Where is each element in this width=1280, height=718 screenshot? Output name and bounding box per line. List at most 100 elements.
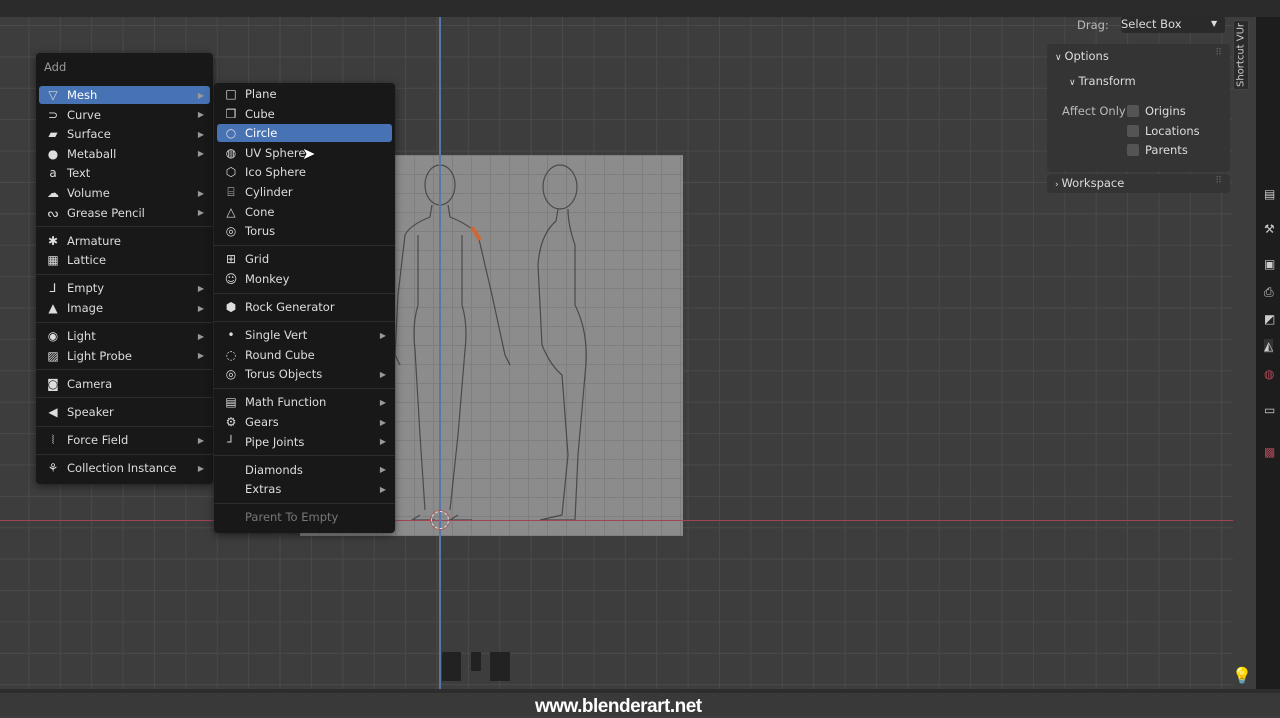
workspace-panel[interactable]: › Workspace ⠿ <box>1047 174 1230 193</box>
drag-handle-icon[interactable]: ⠿ <box>1215 176 1222 186</box>
nav-gizmo-block <box>471 652 481 671</box>
menu-item-label: Speaker <box>67 404 114 419</box>
menu-separator <box>214 244 395 246</box>
menu-separator <box>214 455 395 457</box>
tool-tab-icon[interactable]: ▤ <box>1264 187 1275 201</box>
menu-item-label: Grid <box>245 252 270 267</box>
menu-item-text[interactable]: a Text <box>39 164 210 182</box>
menu-item-circle[interactable]: ○ Circle <box>217 124 392 143</box>
force-field-icon: ⦚ <box>51 432 55 447</box>
text-icon: a <box>49 166 57 181</box>
menu-item-label: Collection Instance <box>67 461 177 476</box>
3d-cursor[interactable] <box>431 511 449 529</box>
drag-label: Drag: <box>1077 18 1109 32</box>
menu-item-gears[interactable]: ⚙ Gears ▶ <box>217 413 392 431</box>
menu-item-label: Surface <box>67 127 111 142</box>
menu-item-extras[interactable]: Extras ▶ <box>217 480 392 498</box>
menu-item-ico-sphere[interactable]: ⬡ Ico Sphere <box>217 163 392 181</box>
locations-checkbox[interactable] <box>1127 125 1139 137</box>
menu-item-single-vert[interactable]: • Single Vert ▶ <box>217 326 392 344</box>
lightbulb-icon[interactable]: 💡 <box>1232 666 1252 685</box>
menu-separator <box>214 387 395 389</box>
menu-title: Add <box>44 60 67 74</box>
lattice-icon: ▦ <box>47 253 59 268</box>
menu-item-cone[interactable]: △ Cone <box>217 203 392 221</box>
transform-header[interactable]: ∨ Transform <box>1069 74 1136 88</box>
drag-select-dropdown[interactable]: Select Box ▼ <box>1121 16 1225 33</box>
menu-item-pipe-joints[interactable]: ┘ Pipe Joints ▶ <box>217 433 392 451</box>
menu-item-image[interactable]: ▲ Image ▶ <box>39 299 210 317</box>
menu-item-diamonds[interactable]: Diamonds ▶ <box>217 461 392 479</box>
tools-icon[interactable]: ⚒ <box>1264 222 1275 236</box>
menu-item-label: Pipe Joints <box>245 434 305 449</box>
math-icon: ▤ <box>225 395 237 410</box>
origins-checkbox[interactable] <box>1127 105 1139 117</box>
render-icon[interactable]: ▣ <box>1264 257 1275 271</box>
menu-item-label: Force Field <box>67 433 129 447</box>
menu-item-speaker[interactable]: ◀ Speaker <box>39 403 210 421</box>
menu-item-collection-instance[interactable]: ⚘ Collection Instance ▶ <box>39 459 210 477</box>
menu-item-monkey[interactable]: ☺ Monkey <box>217 270 392 288</box>
uv-sphere-icon: ◍ <box>225 145 237 160</box>
menu-item-metaball[interactable]: ● Metaball ▶ <box>39 145 210 163</box>
menu-item-label: Light Probe <box>67 348 132 363</box>
tool-settings-panel: Drag: Select Box ▼ ∨ Options ⠿ ∨ Transfo… <box>1047 16 1230 202</box>
menu-item-camera[interactable]: ◙ Camera <box>39 375 210 393</box>
menu-item-light-probe[interactable]: ▨ Light Probe ▶ <box>39 347 210 365</box>
menu-item-grid[interactable]: ⊞ Grid <box>217 250 392 268</box>
menu-separator <box>214 292 395 294</box>
round-cube-icon: ◌ <box>225 347 237 362</box>
menu-item-light[interactable]: ◉ Light ▶ <box>39 327 210 345</box>
options-label: Options <box>1064 49 1109 63</box>
menu-item-label: Grease Pencil <box>67 205 145 220</box>
submenu-arrow-icon: ▶ <box>197 90 204 100</box>
menu-separator <box>36 397 213 399</box>
menu-item-force-field[interactable]: ⦚ Force Field ▶ <box>39 431 210 449</box>
torus-icon: ◎ <box>225 224 237 239</box>
submenu-arrow-icon: ▶ <box>379 330 386 340</box>
menu-item-lattice[interactable]: ▦ Lattice <box>39 251 210 269</box>
menu-item-mesh[interactable]: ▽ Mesh ▶ <box>39 86 210 104</box>
menu-item-label: Torus <box>245 224 276 239</box>
plane-icon: □ <box>225 87 237 101</box>
scene-icon[interactable]: ◭ <box>1264 339 1274 353</box>
cube-icon: ❒ <box>225 106 237 121</box>
options-header[interactable]: ∨ Options <box>1055 49 1109 63</box>
properties-tab-strip: ▤ ⚒ ▣ ⎙ ◩ ◭ ◍ ▭ ▩ <box>1256 17 1280 689</box>
menu-item-label: Parent To Empty <box>245 510 339 525</box>
menu-item-rock-generator[interactable]: ⬢ Rock Generator <box>217 298 392 316</box>
menu-item-label: Text <box>67 166 91 181</box>
world-icon[interactable]: ◍ <box>1264 367 1274 381</box>
sidebar-tab-shortcut-vur[interactable]: Shortcut VUr <box>1233 20 1249 90</box>
menu-item-volume[interactable]: ☁ Volume ▶ <box>39 184 210 202</box>
view-layer-icon[interactable]: ◩ <box>1264 312 1275 326</box>
output-icon[interactable]: ⎙ <box>1264 285 1274 300</box>
menu-item-math-function[interactable]: ▤ Math Function ▶ <box>217 393 392 411</box>
menu-item-armature[interactable]: ✱ Armature <box>39 232 210 250</box>
menu-item-curve[interactable]: ⊃ Curve ▶ <box>39 106 210 124</box>
menu-item-empty[interactable]: ⅃ Empty ▶ <box>39 279 210 297</box>
collection-icon[interactable]: ▭ <box>1264 403 1275 417</box>
submenu-arrow-icon: ▶ <box>197 129 204 139</box>
menu-item-round-cube[interactable]: ◌ Round Cube <box>217 346 392 364</box>
menu-item-surface[interactable]: ▰ Surface ▶ <box>39 125 210 143</box>
camera-icon: ◙ <box>47 376 59 391</box>
menu-item-torus-objects[interactable]: ◎ Torus Objects ▶ <box>217 365 392 383</box>
submenu-arrow-icon: ▶ <box>379 437 386 447</box>
menu-item-torus[interactable]: ◎ Torus <box>217 222 392 240</box>
submenu-arrow-icon: ▶ <box>197 208 204 218</box>
menu-item-label: Lattice <box>67 253 107 268</box>
drag-handle-icon[interactable]: ⠿ <box>1215 48 1222 58</box>
menu-item-label: Monkey <box>245 271 290 286</box>
menu-item-grease-pencil[interactable]: ᔓ Grease Pencil ▶ <box>39 204 210 222</box>
menu-item-cylinder[interactable]: ⌸ Cylinder <box>217 183 392 201</box>
menu-item-cube[interactable]: ❒ Cube <box>217 105 392 123</box>
drag-value: Select Box <box>1121 17 1182 31</box>
menu-item-label: Mesh <box>67 88 98 102</box>
menu-item-label: Plane <box>245 87 277 101</box>
texture-icon[interactable]: ▩ <box>1264 445 1275 459</box>
parents-checkbox[interactable] <box>1127 144 1139 156</box>
menu-item-plane[interactable]: □ Plane <box>217 85 392 103</box>
locations-label: Locations <box>1145 124 1200 138</box>
submenu-arrow-icon: ▶ <box>197 188 204 198</box>
